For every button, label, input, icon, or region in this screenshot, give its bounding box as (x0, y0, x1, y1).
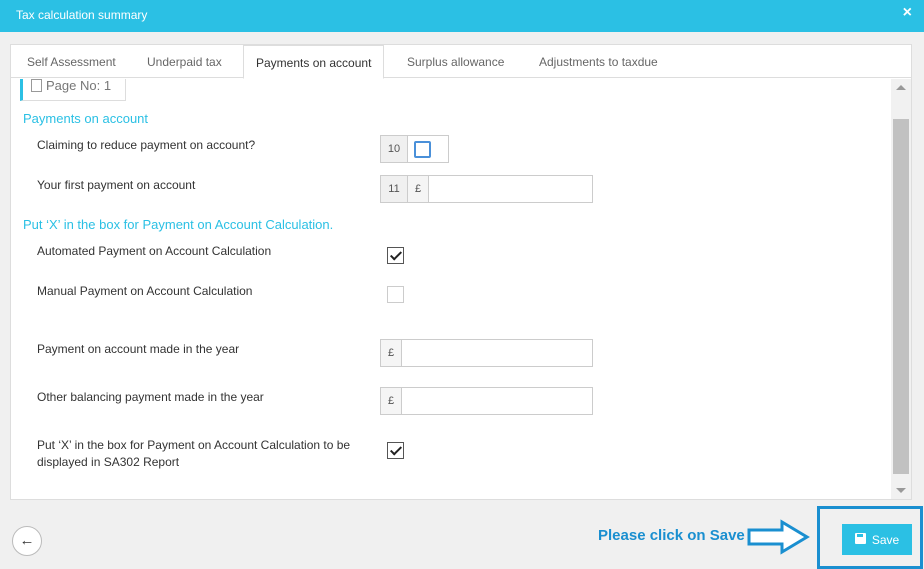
form-content: Page No: 1 Payments on account Claiming … (11, 79, 889, 499)
page-indicator: Page No: 1 (20, 79, 126, 101)
payment-made-year-input[interactable] (401, 339, 593, 367)
document-icon (31, 79, 42, 92)
first-payment-label: Your first payment on account (37, 178, 196, 192)
tab-bar: Self Assessment Underpaid tax Payments o… (11, 45, 911, 79)
payment-made-year-label: Payment on account made in the year (37, 342, 240, 356)
scrollbar-thumb[interactable] (893, 119, 909, 474)
vertical-scrollbar[interactable] (891, 79, 911, 499)
page-number-label: Page No: 1 (46, 79, 112, 93)
arrow-right-icon (747, 519, 810, 555)
claiming-reduce-label: Claiming to reduce payment on account? (37, 138, 256, 152)
tab-underpaid-tax[interactable]: Underpaid tax (135, 45, 234, 78)
payment-made-year-currency: £ (380, 339, 402, 367)
other-balancing-input[interactable] (401, 387, 593, 415)
box-number-11: 11 (380, 175, 408, 203)
title-bar: Tax calculation summary × (0, 0, 924, 32)
save-button[interactable]: Save (842, 524, 912, 555)
scroll-up-icon[interactable] (896, 85, 906, 90)
first-payment-input[interactable] (428, 175, 593, 203)
manual-calc-checkbox[interactable] (387, 286, 404, 303)
floppy-disk-icon (854, 533, 866, 545)
sa302-display-checkbox[interactable] (387, 442, 404, 459)
tab-adjustments-to-taxdue[interactable]: Adjustments to taxdue (527, 45, 670, 78)
section-title-put-x: Put ‘X’ in the box for Payment on Accoun… (23, 217, 334, 232)
automated-calc-label: Automated Payment on Account Calculation (37, 244, 272, 258)
tab-payments-on-account[interactable]: Payments on account (243, 45, 385, 79)
scroll-down-icon[interactable] (896, 488, 906, 493)
save-button-label: Save (871, 532, 900, 547)
other-balancing-label: Other balancing payment made in the year (37, 390, 264, 404)
box-number-10: 10 (380, 135, 408, 163)
close-icon[interactable]: × (903, 4, 912, 22)
tab-self-assessment[interactable]: Self Assessment (15, 45, 128, 78)
section-title-payments-on-account: Payments on account (23, 111, 149, 126)
claiming-reduce-checkbox[interactable] (414, 141, 431, 158)
claiming-reduce-field (407, 135, 449, 163)
other-balancing-currency: £ (380, 387, 402, 415)
first-payment-currency: £ (407, 175, 429, 203)
save-hint-text: Please click on Save (598, 527, 745, 544)
back-button[interactable]: ← (12, 526, 42, 556)
manual-calc-label: Manual Payment on Account Calculation (37, 284, 253, 298)
sa302-display-label: Put ‘X’ in the box for Payment on Accoun… (37, 438, 351, 469)
window-title: Tax calculation summary (16, 8, 148, 22)
arrow-left-icon: ← (19, 532, 35, 549)
automated-calc-checkbox[interactable] (387, 247, 404, 264)
form-panel: Self Assessment Underpaid tax Payments o… (10, 44, 912, 500)
tab-surplus-allowance[interactable]: Surplus allowance (395, 45, 516, 78)
